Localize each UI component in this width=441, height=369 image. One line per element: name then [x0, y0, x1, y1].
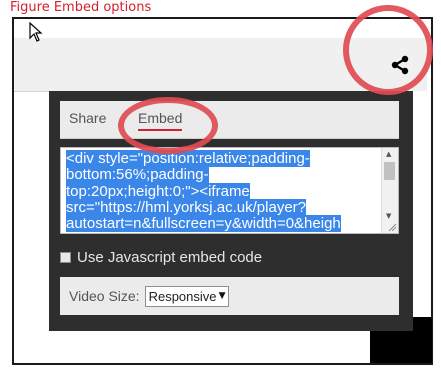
embed-code-line: src="https://hml.yorksj.ac.uk/player? [66, 198, 306, 216]
video-size-select[interactable]: Responsive ▼ [144, 285, 229, 307]
checkbox-label: Use Javascript embed code [77, 248, 263, 266]
video-size-row: Video Size: Responsive ▼ [60, 277, 399, 315]
share-button[interactable] [372, 38, 427, 91]
figure-caption: Figure Embed options [10, 1, 152, 15]
textarea-scrollbar[interactable]: ▲ ▼ [381, 148, 398, 233]
share-embed-popup: Share Embed <div style="position:relativ… [49, 91, 413, 331]
tab-embed[interactable]: Embed [138, 110, 183, 131]
javascript-embed-option: Use Javascript embed code [60, 248, 262, 266]
scroll-down-icon[interactable]: ▼ [386, 212, 391, 220]
javascript-embed-checkbox[interactable] [60, 251, 71, 263]
player-toolbar [14, 38, 372, 92]
embed-code-text: <div style="position:relative;padding- b… [66, 150, 377, 233]
embed-code-line: autostart=n&fullscreen=y&width=0&heigh [66, 215, 341, 233]
chevron-down-icon: ▼ [218, 290, 226, 301]
share-icon [391, 55, 408, 74]
video-size-label: Video Size: [69, 288, 140, 304]
popup-tabs: Share Embed [60, 101, 399, 139]
embed-code-line: <div style="position:relative;padding- [66, 150, 310, 167]
scrollbar-thumb[interactable] [384, 162, 395, 180]
mouse-cursor-icon [29, 22, 43, 42]
video-size-value: Responsive [148, 288, 217, 304]
embed-code-textarea[interactable]: <div style="position:relative;padding- b… [60, 147, 399, 234]
tab-share[interactable]: Share [69, 110, 106, 126]
scroll-up-icon[interactable]: ▲ [386, 150, 391, 158]
embed-code-line: bottom:56%;padding- [66, 166, 209, 184]
resize-grip-icon[interactable] [387, 222, 397, 232]
embed-code-line: top:20px;height:0;"><iframe [66, 182, 250, 200]
